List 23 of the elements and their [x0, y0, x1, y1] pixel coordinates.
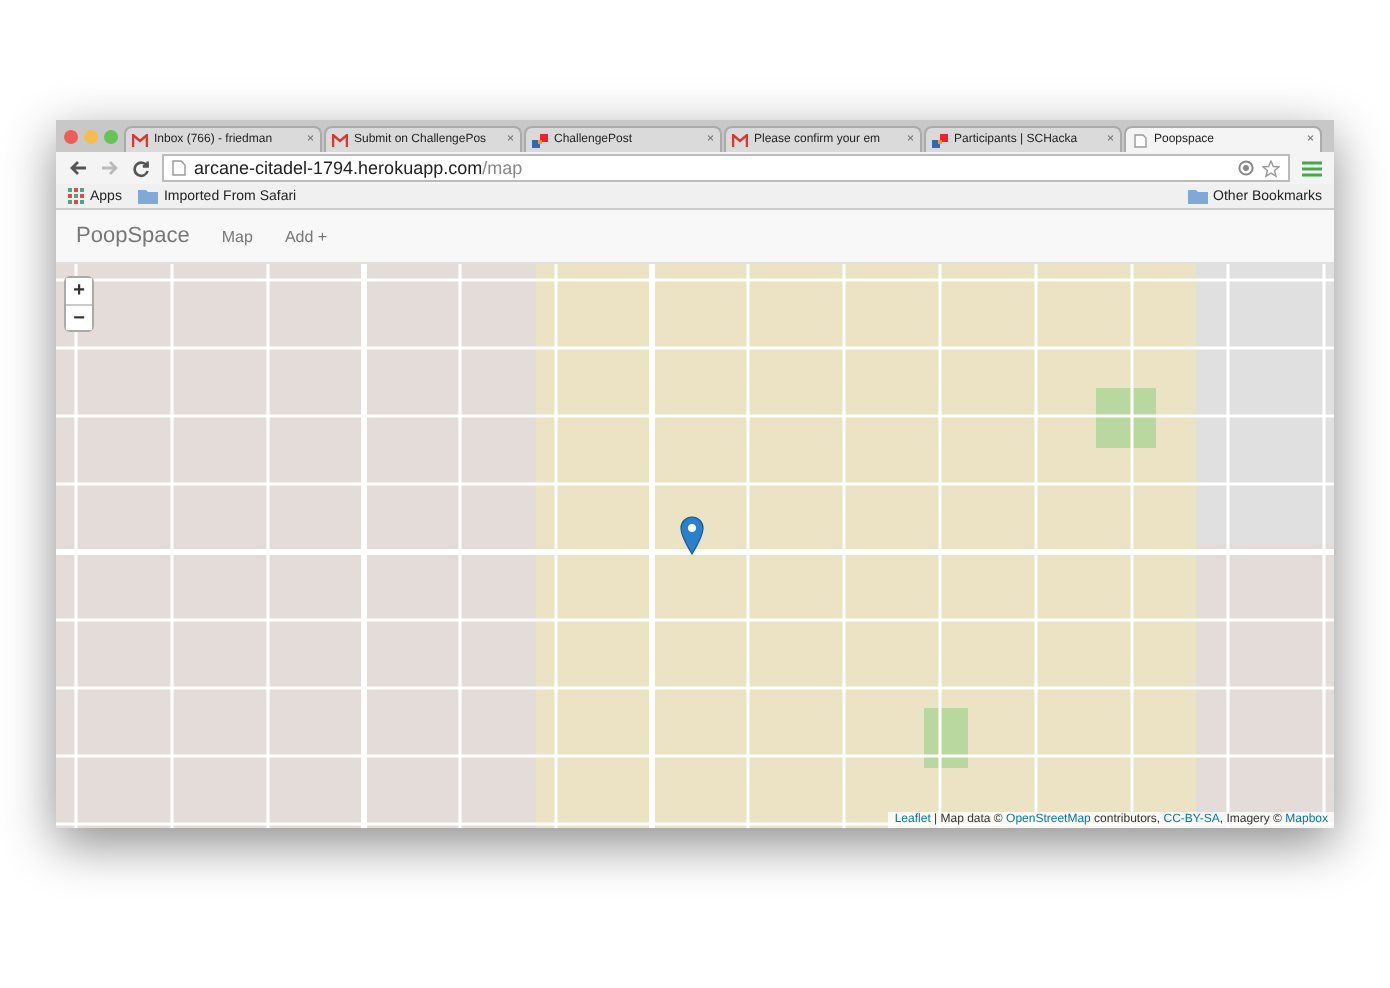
- address-bar[interactable]: arcane-citadel-1794.herokuapp.com/map: [162, 154, 1290, 182]
- forward-arrow-icon[interactable]: [100, 160, 120, 176]
- squares-icon: [532, 133, 548, 147]
- page-icon: [172, 160, 186, 176]
- brand-link[interactable]: PoopSpace: [76, 224, 190, 248]
- menu-icon[interactable]: [1302, 159, 1322, 177]
- grid-icon: [68, 188, 84, 204]
- star-icon[interactable]: [1262, 159, 1280, 177]
- close-window-button[interactable]: [64, 129, 78, 143]
- back-arrow-icon[interactable]: [68, 160, 88, 176]
- map-pin-icon[interactable]: [680, 516, 704, 556]
- mail-icon: [132, 133, 148, 147]
- mail-icon: [332, 133, 348, 147]
- reload-icon[interactable]: [132, 159, 150, 177]
- target-icon[interactable]: [1238, 160, 1254, 176]
- zoom-out-button[interactable]: −: [66, 304, 92, 330]
- folder-icon: [1187, 188, 1208, 204]
- squares-icon: [932, 133, 948, 147]
- folder-icon: [137, 188, 158, 204]
- mail-icon: [732, 133, 748, 147]
- nav-link[interactable]: Map: [221, 227, 253, 245]
- page-icon: [1132, 133, 1148, 147]
- nav-link[interactable]: Add +: [284, 227, 328, 245]
